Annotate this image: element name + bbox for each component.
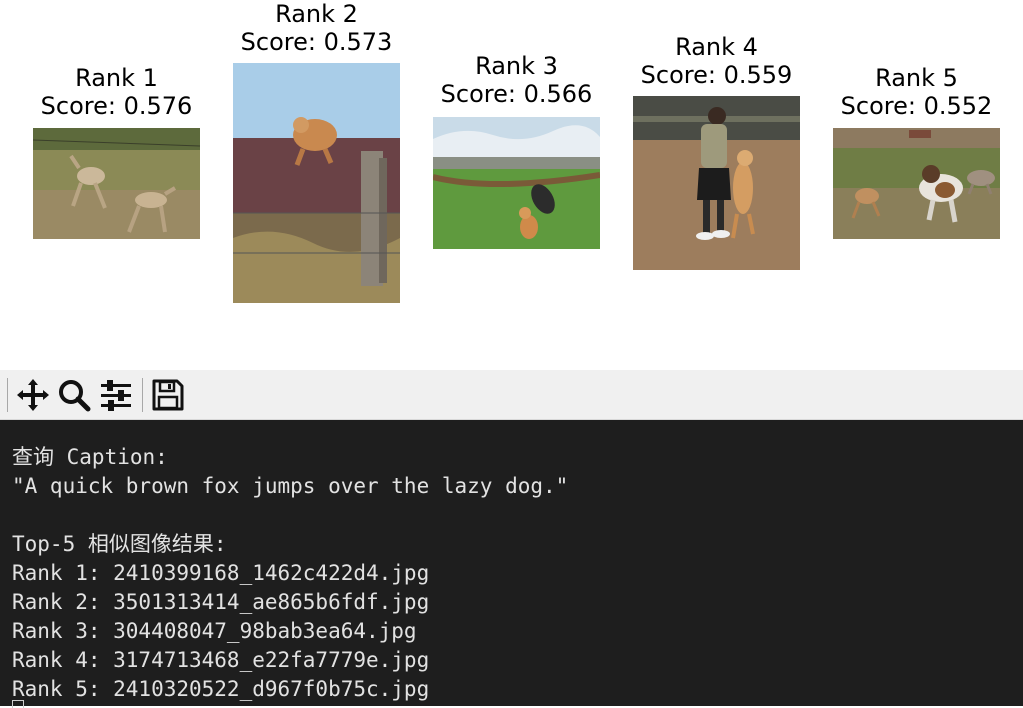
toolbar-separator <box>7 378 8 412</box>
toolbar-separator <box>142 378 143 412</box>
configure-subplots-button[interactable] <box>97 376 135 414</box>
query-text: "A quick brown fox jumps over the lazy d… <box>12 474 569 498</box>
result-caption: Rank 1 Score: 0.576 <box>13 64 220 120</box>
result-caption: Rank 2 Score: 0.573 <box>213 0 420 56</box>
save-figure-button[interactable] <box>149 376 187 414</box>
result-caption: Rank 5 Score: 0.552 <box>813 64 1020 120</box>
console-output: 查询 Caption: "A quick brown fox jumps ove… <box>0 420 1023 706</box>
result-thumbnail <box>833 128 1000 239</box>
result-thumbnail <box>433 117 600 249</box>
result-line: Rank 1: 2410399168_1462c422d4.jpg <box>12 561 430 585</box>
console-cursor[interactable] <box>12 700 24 708</box>
result-line: Rank 4: 3174713468_e22fa7779e.jpg <box>12 648 430 672</box>
move-icon <box>17 379 49 411</box>
score-label: Score: 0.552 <box>840 92 993 120</box>
score-label: Score: 0.566 <box>440 80 593 108</box>
result-line: Rank 3: 304408047_98bab3ea64.jpg <box>12 619 417 643</box>
pan-button[interactable] <box>14 376 52 414</box>
result-line: Rank 5: 2410320522_d967f0b75c.jpg <box>12 677 430 701</box>
rank-label: Rank 4 <box>675 33 758 61</box>
result-thumbnail <box>633 96 800 270</box>
save-icon <box>152 379 184 411</box>
sliders-icon <box>101 380 131 411</box>
rank-label: Rank 1 <box>75 64 158 92</box>
figure-toolbar <box>0 370 1023 420</box>
results-figure: Rank 1 Score: 0.576 Rank 2 Score: 0.573 <box>0 0 1023 370</box>
result-caption: Rank 3 Score: 0.566 <box>413 52 620 108</box>
score-label: Score: 0.576 <box>40 92 193 120</box>
rank-label: Rank 5 <box>875 64 958 92</box>
result-thumbnail <box>233 63 400 303</box>
result-thumbnail <box>33 128 200 239</box>
rank-label: Rank 2 <box>275 0 358 28</box>
zoom-icon <box>59 380 91 412</box>
query-header: 查询 Caption: <box>12 445 168 469</box>
zoom-button[interactable] <box>55 376 93 414</box>
rank-label: Rank 3 <box>475 52 558 80</box>
results-header: Top-5 相似图像结果: <box>12 532 227 556</box>
result-line: Rank 2: 3501313414_ae865b6fdf.jpg <box>12 590 430 614</box>
result-caption: Rank 4 Score: 0.559 <box>613 33 820 89</box>
score-label: Score: 0.573 <box>240 28 393 56</box>
score-label: Score: 0.559 <box>640 61 793 89</box>
